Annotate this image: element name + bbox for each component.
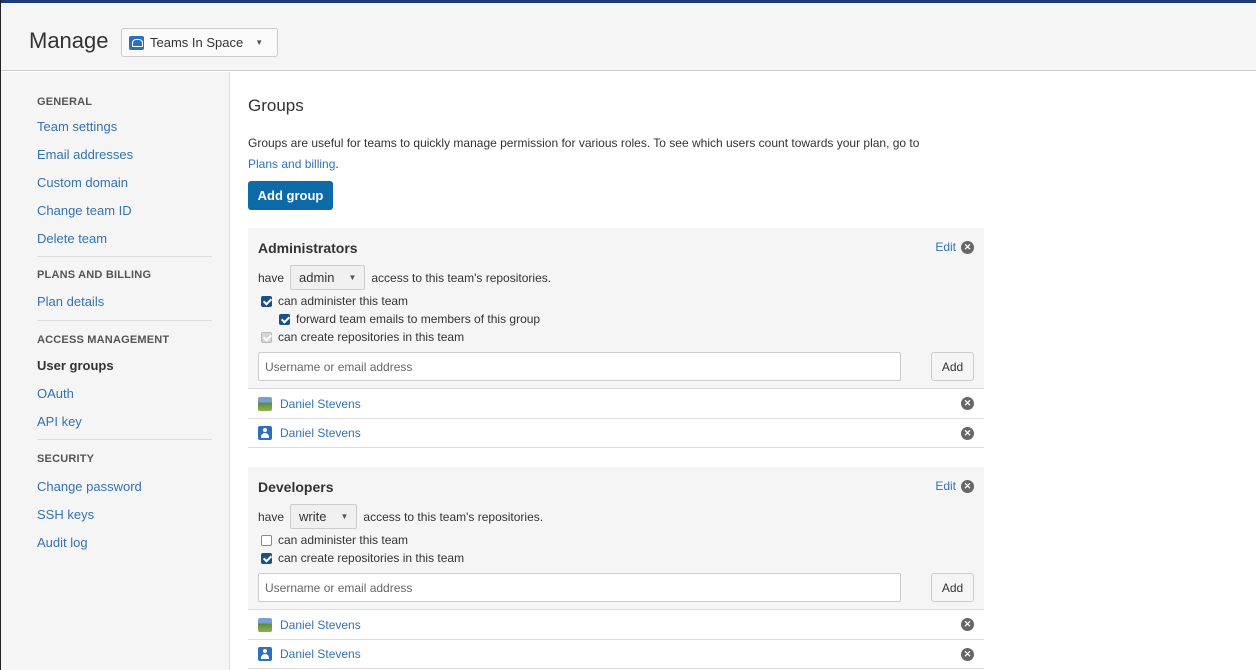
add-member-button[interactable]: Add — [931, 573, 974, 602]
member-name-link[interactable]: Daniel Stevens — [280, 397, 361, 411]
option-create-repos[interactable]: can create repositories in this team — [261, 330, 464, 344]
permission-value: admin — [299, 270, 335, 285]
avatar — [258, 426, 272, 440]
member-row: Daniel Stevens ✕ — [248, 388, 984, 418]
member-row: Daniel Stevens ✕ — [248, 609, 984, 639]
delete-group-icon[interactable]: ✕ — [961, 240, 974, 254]
remove-member-icon[interactable]: ✕ — [961, 427, 974, 440]
member-row: Daniel Stevens ✕ — [248, 639, 984, 669]
access-row: have write ▼ access to this team's repos… — [258, 504, 543, 529]
access-text: access to this team's repositories. — [363, 509, 544, 524]
option-label: can create repositories in this team — [278, 551, 465, 565]
sidebar-item-oauth[interactable]: OAuth — [37, 386, 74, 401]
sidebar-heading-access: ACCESS MANAGEMENT — [37, 334, 170, 346]
edit-label[interactable]: Edit — [935, 479, 956, 493]
page-title: Manage — [29, 28, 109, 53]
sidebar-item-audit-log[interactable]: Audit log — [37, 535, 88, 550]
create-repos-checkbox[interactable] — [261, 331, 272, 343]
group-panel: Administrators Edit ✕ have admin ▼ acces… — [248, 228, 984, 388]
group-administrators: Administrators Edit ✕ have admin ▼ acces… — [248, 228, 984, 448]
sidebar-heading-general: GENERAL — [37, 96, 93, 108]
group-name: Administrators — [258, 240, 358, 256]
option-administer[interactable]: can administer this team — [261, 533, 408, 547]
group-panel: Developers Edit ✕ have write ▼ access to… — [248, 467, 984, 609]
edit-group-link[interactable]: Edit ✕ — [935, 240, 974, 254]
sidebar-item-change-password[interactable]: Change password — [37, 479, 142, 494]
option-label: forward team emails to members of this g… — [296, 312, 541, 326]
section-description: Groups are useful for teams to quickly m… — [248, 133, 988, 175]
team-avatar-icon — [129, 35, 144, 50]
group-developers: Developers Edit ✕ have write ▼ access to… — [248, 467, 984, 669]
permission-value: write — [299, 509, 327, 524]
option-forward-emails[interactable]: forward team emails to members of this g… — [279, 312, 540, 326]
administer-checkbox[interactable] — [261, 534, 272, 546]
member-name-link[interactable]: Daniel Stevens — [280, 618, 361, 632]
access-row: have admin ▼ access to this team's repos… — [258, 265, 551, 290]
edit-group-link[interactable]: Edit ✕ — [935, 479, 974, 493]
sidebar-heading-plans: PLANS AND BILLING — [37, 269, 152, 281]
have-label: have — [258, 509, 285, 524]
sidebar-divider — [37, 256, 212, 257]
page-header: Manage Teams In Space ▼ — [1, 3, 1256, 71]
option-label: can create repositories in this team — [278, 330, 465, 344]
team-name: Teams In Space — [150, 35, 244, 50]
sidebar-item-email-addresses[interactable]: Email addresses — [37, 147, 133, 162]
sidebar-item-team-settings[interactable]: Team settings — [37, 119, 117, 134]
description-end: . — [335, 157, 339, 171]
member-row: Daniel Stevens ✕ — [248, 418, 984, 448]
option-administer[interactable]: can administer this team — [261, 294, 408, 308]
add-group-button[interactable]: Add group — [248, 181, 333, 210]
member-list: Daniel Stevens ✕ Daniel Stevens ✕ — [248, 388, 984, 448]
member-name-link[interactable]: Daniel Stevens — [280, 647, 361, 661]
member-list: Daniel Stevens ✕ Daniel Stevens ✕ — [248, 609, 984, 669]
edit-label[interactable]: Edit — [935, 240, 956, 254]
member-name-link[interactable]: Daniel Stevens — [280, 426, 361, 440]
access-text: access to this team's repositories. — [371, 270, 552, 285]
add-member-button[interactable]: Add — [931, 352, 974, 381]
have-label: have — [258, 270, 285, 285]
sidebar-divider — [37, 320, 212, 321]
sidebar-item-plan-details[interactable]: Plan details — [37, 294, 104, 309]
team-selector[interactable]: Teams In Space ▼ — [121, 28, 278, 57]
plans-billing-link[interactable]: Plans and billing — [248, 157, 335, 171]
section-title: Groups — [248, 96, 304, 115]
remove-member-icon[interactable]: ✕ — [961, 648, 974, 661]
chevron-down-icon: ▼ — [255, 38, 264, 47]
avatar — [258, 617, 272, 632]
avatar — [258, 647, 272, 661]
chevron-down-icon: ▼ — [340, 512, 349, 521]
sidebar-heading-security: SECURITY — [37, 453, 95, 465]
chevron-down-icon: ▼ — [348, 273, 357, 282]
sidebar-item-api-key[interactable]: API key — [37, 414, 82, 429]
create-repos-checkbox[interactable] — [261, 552, 272, 564]
group-name: Developers — [258, 479, 334, 495]
administer-checkbox[interactable] — [261, 295, 272, 307]
sidebar: GENERAL Team settings Email addresses Cu… — [1, 72, 230, 670]
avatar — [258, 396, 272, 411]
sidebar-item-change-team-id[interactable]: Change team ID — [37, 203, 132, 218]
sidebar-item-custom-domain[interactable]: Custom domain — [37, 175, 128, 190]
sidebar-item-user-groups[interactable]: User groups — [37, 358, 114, 373]
remove-member-icon[interactable]: ✕ — [961, 397, 974, 410]
remove-member-icon[interactable]: ✕ — [961, 618, 974, 631]
option-create-repos[interactable]: can create repositories in this team — [261, 551, 464, 565]
sidebar-item-ssh-keys[interactable]: SSH keys — [37, 507, 94, 522]
forward-emails-checkbox[interactable] — [279, 313, 290, 325]
permission-select[interactable]: admin ▼ — [290, 265, 366, 290]
username-input[interactable] — [258, 573, 901, 602]
sidebar-divider — [37, 439, 212, 440]
option-label: can administer this team — [278, 294, 409, 308]
delete-group-icon[interactable]: ✕ — [961, 479, 974, 493]
sidebar-item-delete-team[interactable]: Delete team — [37, 231, 107, 246]
option-label: can administer this team — [278, 533, 409, 547]
permission-select[interactable]: write ▼ — [290, 504, 358, 529]
username-input[interactable] — [258, 352, 901, 381]
description-text: Groups are useful for teams to quickly m… — [248, 136, 920, 150]
